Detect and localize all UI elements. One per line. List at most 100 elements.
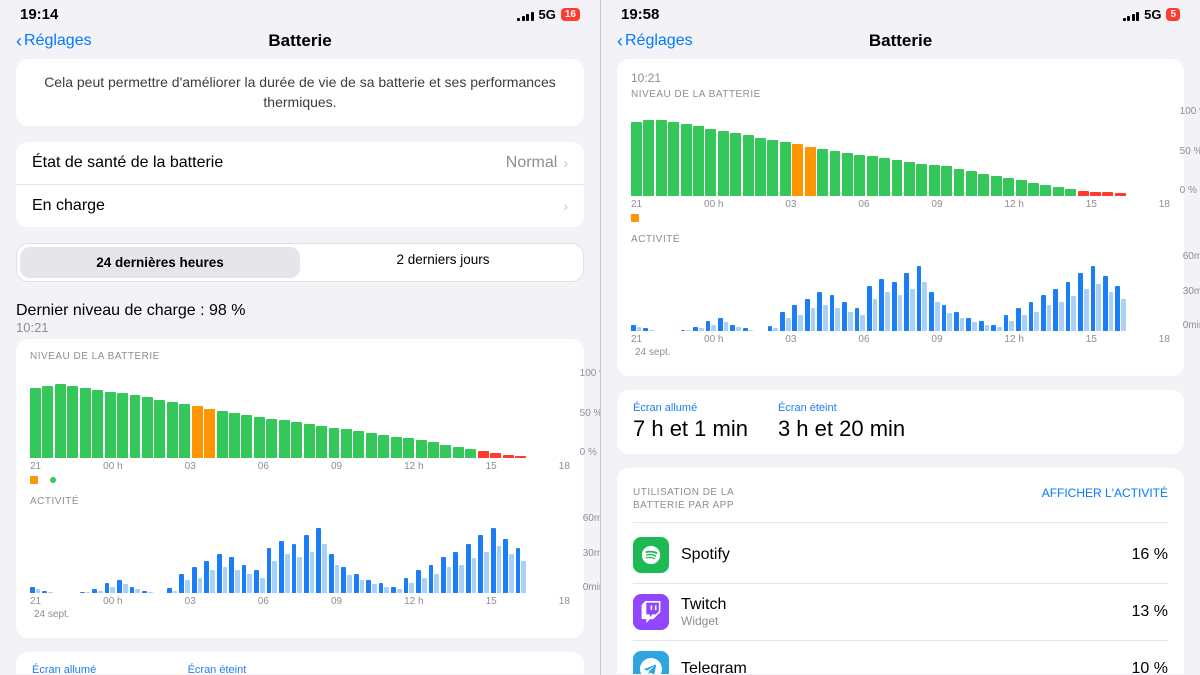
battery-bar-19	[867, 156, 878, 196]
activity-group-11	[167, 513, 177, 593]
battery-bar-31	[1016, 180, 1027, 196]
activity-group-32	[429, 513, 439, 593]
activity-section: ACTIVITÉ 60min 30min 0min 21 00 h 03 06 …	[30, 496, 570, 626]
activity-group-35	[1066, 251, 1076, 331]
right-network-label: 5G	[1144, 7, 1161, 22]
right-back-button[interactable]: ‹ Réglages	[617, 31, 693, 52]
app-row-spotify[interactable]: Spotify 16 %	[633, 527, 1168, 584]
activity-group-36	[1078, 251, 1088, 331]
activity-group-14	[204, 513, 214, 593]
left-back-button[interactable]: ‹ Réglages	[16, 31, 92, 52]
right-activity-bars	[631, 251, 1126, 331]
time-range-selector[interactable]: 24 dernières heures 2 derniers jours	[16, 243, 584, 282]
right-page-title: Batterie	[869, 31, 932, 51]
activity-group-11	[768, 251, 778, 331]
activity-group-30	[1004, 251, 1014, 331]
battery-health-label: État de santé de la batterie	[32, 154, 223, 172]
activity-group-13	[792, 251, 802, 331]
activity-bars	[30, 513, 526, 593]
battery-bar-14	[204, 409, 215, 459]
right-battery-y-labels: 100 % 50 % 0 %	[1180, 106, 1200, 196]
right-phone-panel: 19:58 5G 5 ‹ Réglages Batterie 10:21 NIV…	[600, 0, 1200, 675]
activity-group-24	[329, 513, 339, 593]
activity-group-20	[879, 251, 889, 331]
activity-group-0	[30, 513, 40, 593]
right-activity-y-labels: 60min 30min 0min	[1183, 251, 1200, 331]
activity-group-9	[743, 251, 753, 331]
battery-bar-15	[217, 411, 228, 458]
activity-group-19	[267, 513, 277, 593]
activity-group-17	[242, 513, 252, 593]
last-charge-section: Dernier niveau de charge : 98 % 10:21	[0, 292, 600, 339]
activity-group-34	[453, 513, 463, 593]
battery-bar-1	[42, 386, 53, 458]
battery-bar-35	[1065, 189, 1076, 196]
battery-bar-0	[631, 122, 642, 196]
battery-bar-4	[681, 124, 692, 196]
right-battery-legend	[631, 214, 1170, 222]
activity-group-37	[1091, 251, 1101, 331]
battery-bar-31	[416, 440, 427, 458]
battery-bar-11	[767, 140, 778, 196]
battery-health-value: Normal ›	[506, 154, 568, 172]
battery-bar-2	[55, 384, 66, 458]
battery-bar-26	[353, 431, 364, 458]
activity-group-39	[516, 513, 526, 593]
battery-bar-33	[1040, 185, 1051, 196]
twitch-sub: Widget	[681, 614, 1132, 628]
activity-group-10	[155, 513, 165, 593]
activity-group-18	[855, 251, 865, 331]
activity-group-10	[755, 251, 765, 331]
activity-group-35	[466, 513, 476, 593]
battery-bar-20	[879, 158, 890, 196]
show-activity-button[interactable]: AFFICHER L'ACTIVITÉ	[1042, 486, 1168, 500]
battery-bar-37	[1090, 192, 1101, 197]
telegram-pct: 10 %	[1132, 660, 1168, 674]
right-back-label: Réglages	[625, 32, 693, 50]
segment-2days[interactable]: 2 derniers jours	[303, 244, 583, 281]
spotify-name: Spotify	[681, 546, 1132, 564]
battery-bar-36	[1078, 191, 1089, 196]
battery-bar-5	[92, 390, 103, 458]
battery-chart-label: NIVEAU DE LA BATTERIE	[30, 351, 570, 362]
activity-group-29	[991, 251, 1001, 331]
charging-row[interactable]: En charge ›	[16, 185, 584, 227]
screen-off-item: Écran éteint 3 h et 20 min	[188, 664, 315, 674]
battery-bar-36	[478, 451, 489, 458]
segment-24h[interactable]: 24 dernières heures	[20, 247, 300, 278]
activity-group-22	[304, 513, 314, 593]
right-battery-chart-label: NIVEAU DE LA BATTERIE	[631, 89, 1170, 100]
battery-bar-18	[854, 155, 865, 196]
right-screen-off-value: 3 h et 20 min	[778, 416, 905, 442]
battery-bar-39	[515, 456, 526, 459]
app-row-telegram[interactable]: Telegram 10 %	[633, 641, 1168, 674]
activity-group-33	[1041, 251, 1051, 331]
right-status-icons: 5G 5	[1123, 7, 1180, 22]
battery-bar-8	[730, 133, 741, 196]
battery-bar-21	[892, 160, 903, 196]
activity-group-38	[1103, 251, 1113, 331]
battery-bar-10	[154, 400, 165, 459]
activity-group-24	[929, 251, 939, 331]
screen-time-section: Écran allumé 6 h et 11 min Écran éteint …	[16, 652, 584, 674]
battery-chart-section: NIVEAU DE LA BATTERIE 100 % 50 % 0 % 21 …	[16, 339, 584, 638]
battery-bar-9	[142, 397, 153, 458]
right-date-label: 24 sept.	[635, 347, 671, 358]
battery-bar-28	[978, 174, 989, 197]
activity-group-2	[55, 513, 65, 593]
activity-group-5	[92, 513, 102, 593]
screen-off-label: Écran éteint	[188, 664, 315, 674]
activity-group-4	[681, 251, 691, 331]
info-card: Cela peut permettre d'améliorer la durée…	[16, 59, 584, 126]
right-screen-off-item: Écran éteint 3 h et 20 min	[778, 402, 905, 442]
screen-on-item: Écran allumé 6 h et 11 min	[32, 664, 158, 674]
spotify-info: Spotify	[681, 546, 1132, 564]
activity-group-39	[1115, 251, 1125, 331]
right-orange-legend-dot	[631, 214, 639, 222]
app-row-twitch[interactable]: Twitch Widget 13 %	[633, 584, 1168, 641]
activity-group-19	[867, 251, 877, 331]
battery-bar-23	[916, 164, 927, 196]
battery-health-row[interactable]: État de santé de la batterie Normal ›	[16, 142, 584, 185]
date-label: 24 sept.	[34, 609, 70, 620]
last-charge-time: 10:21	[16, 320, 584, 335]
